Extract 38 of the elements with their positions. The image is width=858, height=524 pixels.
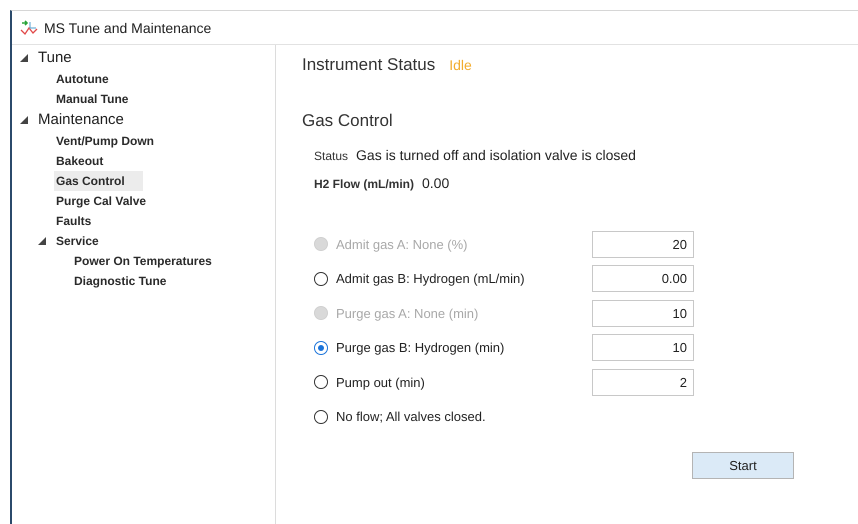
tree-item[interactable]: Purge Cal Valve [54, 191, 164, 211]
flow-value: 0.00 [422, 175, 450, 191]
tree-item[interactable]: Faults [54, 211, 110, 231]
collapse-caret-icon[interactable] [20, 116, 28, 124]
tree-item[interactable]: Tune [36, 47, 90, 69]
input-field[interactable]: 10 [592, 334, 694, 362]
tree-item[interactable]: Bakeout [54, 151, 122, 171]
window-title: MS Tune and Maintenance [44, 20, 212, 36]
option-label: Admit gas A: None (%) [336, 236, 468, 252]
collapse-caret-icon[interactable] [20, 54, 28, 62]
radio-button[interactable] [314, 375, 328, 390]
tree-item[interactable]: Gas Control [54, 171, 143, 191]
option-label: Pump out (min) [336, 374, 425, 390]
option-label: Purge gas B: Hydrogen (min) [336, 340, 504, 356]
tree-item[interactable]: Service [54, 231, 117, 251]
status-label: Status [314, 149, 348, 163]
radio-button[interactable] [314, 340, 328, 355]
tree-item[interactable]: Vent/Pump Down [54, 131, 172, 151]
radio-button[interactable] [314, 272, 328, 286]
start-button[interactable]: Start [692, 452, 794, 479]
flow-label: H2 Flow (mL/min) [314, 177, 414, 191]
section-title: Gas Control [302, 111, 394, 131]
status-text: Gas is turned off and isolation valve is closed [356, 147, 636, 163]
option-label: Purge gas A: None (min) [336, 306, 478, 321]
tree-item[interactable]: Manual Tune [54, 89, 146, 109]
tree-item[interactable]: Autotune [54, 69, 127, 89]
tree-item[interactable]: Maintenance [36, 109, 142, 131]
input-field[interactable]: 0.00 [592, 265, 694, 292]
collapse-caret-icon[interactable] [38, 237, 46, 245]
option-label: Admit gas B: Hydrogen (mL/min) [336, 271, 525, 286]
app-icon [20, 20, 38, 36]
tree-item[interactable]: Power On Temperatures [72, 251, 230, 271]
input-field[interactable]: 2 [592, 368, 694, 396]
option-label: No flow; All valves closed. [336, 409, 486, 424]
radio-button[interactable] [314, 410, 328, 424]
status-heading: Instrument Status [302, 55, 436, 75]
tree-item[interactable]: Diagnostic Tune [72, 271, 184, 291]
status-value: Idle [449, 57, 472, 73]
